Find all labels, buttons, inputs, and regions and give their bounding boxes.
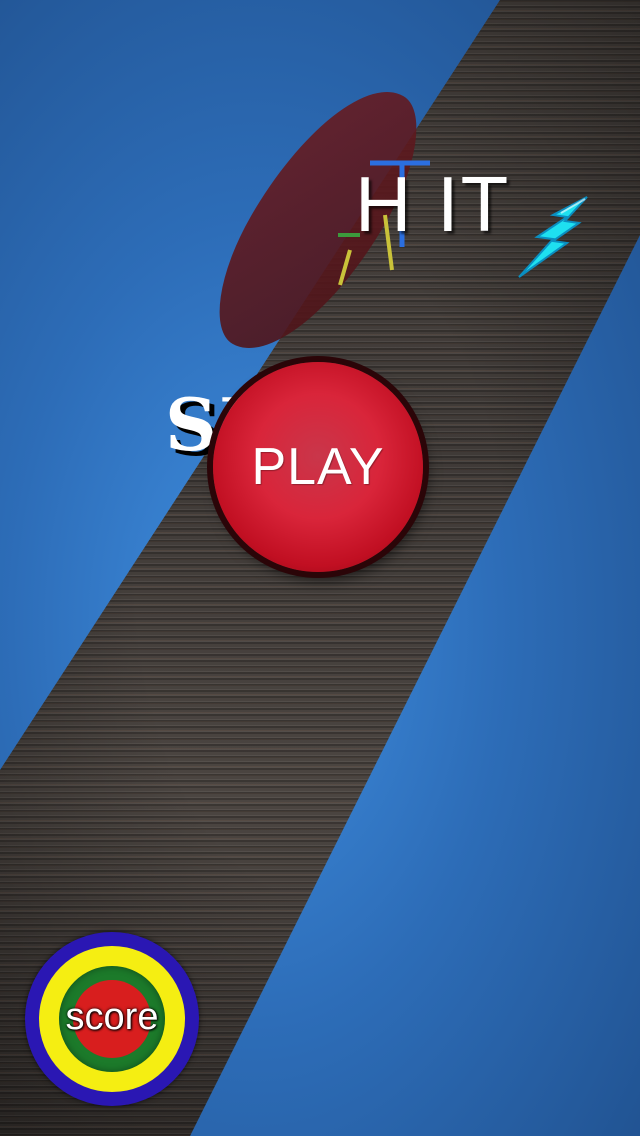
lightning-bolt-icon <box>518 196 588 278</box>
play-label: PLAY <box>251 438 385 496</box>
score-label: score <box>65 996 159 1038</box>
score-button[interactable]: score <box>25 932 199 1106</box>
play-button[interactable]: PLAY <box>213 362 423 572</box>
game-screen: H IT SI PLAY score <box>0 0 640 1136</box>
title-fragment-right: H IT <box>355 160 511 248</box>
